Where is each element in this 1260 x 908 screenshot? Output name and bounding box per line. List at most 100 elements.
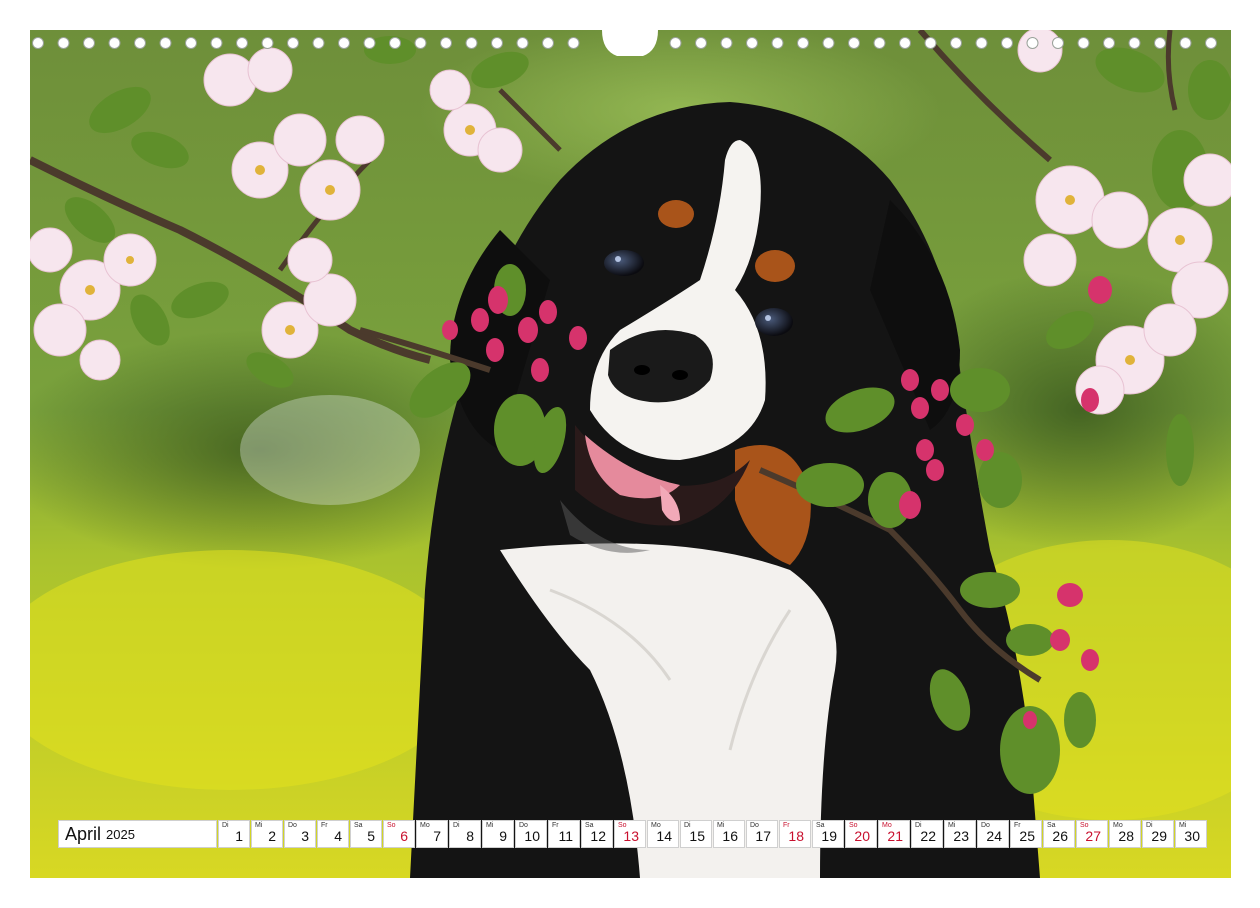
binding-hole: [363, 37, 376, 49]
binding-hole: [287, 37, 299, 49]
binding-hole: [1128, 37, 1141, 49]
binding-hole: [108, 37, 121, 49]
calendar-photo: [30, 30, 1231, 878]
day-cell: So 6: [383, 820, 415, 848]
binding-hole: [1205, 37, 1217, 49]
day-number: 17: [755, 828, 771, 844]
day-cell: Sa 19: [812, 820, 844, 848]
binding-hole: [516, 37, 529, 49]
binding-hole: [338, 37, 350, 49]
day-cell: Mi 16: [713, 820, 745, 848]
binding-hole: [312, 37, 325, 49]
binding-hole: [185, 37, 197, 49]
day-number: 16: [722, 828, 738, 844]
binding-hole: [822, 37, 835, 49]
day-number: 20: [854, 828, 870, 844]
month-name: April: [65, 823, 102, 844]
month-year: 2025: [106, 826, 135, 842]
binding-hole: [797, 37, 809, 49]
binding-hole: [1077, 37, 1090, 49]
day-number: 1: [235, 828, 243, 844]
binding-hole: [440, 37, 452, 49]
binding-hole: [57, 37, 70, 49]
binding-hole: [695, 37, 707, 49]
month-label-box: April 2025: [58, 820, 217, 848]
binding-hole: [83, 37, 95, 49]
day-number: 19: [821, 828, 837, 844]
weekday-label: Mi: [255, 822, 263, 829]
binding-hole: [1001, 37, 1013, 49]
day-cell: Mo 28: [1109, 820, 1141, 848]
day-number: 30: [1184, 828, 1200, 844]
binding-hole: [1179, 37, 1192, 49]
day-number: 2: [268, 828, 276, 844]
day-cell: Di 1: [218, 820, 250, 848]
day-number: 22: [920, 828, 936, 844]
day-cell: So 13: [614, 820, 646, 848]
day-number: 23: [953, 828, 969, 844]
weekday-label: Do: [288, 822, 297, 829]
day-number: 3: [301, 828, 309, 844]
binding-hole: [1103, 37, 1115, 49]
binding-hole: [975, 37, 988, 49]
weekday-label: Mo: [420, 822, 430, 829]
binding-hole: [899, 37, 911, 49]
day-number: 8: [466, 828, 474, 844]
day-cell: So 20: [845, 820, 877, 848]
day-cell: Di 22: [911, 820, 943, 848]
day-cell: Mi 30: [1175, 820, 1207, 848]
day-cell: Fr 4: [317, 820, 349, 848]
day-cell: Mo 7: [416, 820, 448, 848]
day-number: 29: [1151, 828, 1167, 844]
binding-hole: [134, 37, 146, 49]
day-cell: Do 3: [284, 820, 316, 848]
day-cell: Di 29: [1142, 820, 1174, 848]
day-number: 18: [788, 828, 804, 844]
day-number: 7: [433, 828, 441, 844]
day-cell: Do 24: [977, 820, 1009, 848]
day-number: 14: [656, 828, 672, 844]
day-number: 24: [986, 828, 1002, 844]
day-cell: Mi 9: [482, 820, 514, 848]
day-cell: Do 10: [515, 820, 547, 848]
day-cell: Sa 12: [581, 820, 613, 848]
weekday-label: Fr: [321, 822, 328, 829]
day-number: 28: [1118, 828, 1134, 844]
day-number: 21: [887, 828, 903, 844]
weekday-label: Di: [222, 822, 229, 829]
binding-hole: [465, 37, 478, 49]
binding-hole: [210, 37, 223, 49]
binding-hole: [32, 37, 44, 49]
day-cell: Mo 21: [878, 820, 910, 848]
day-number: 11: [558, 828, 573, 844]
day-cell: Di 15: [680, 820, 712, 848]
weekday-label: So: [387, 822, 396, 829]
day-number: 25: [1019, 828, 1035, 844]
day-cell: Mi 2: [251, 820, 283, 848]
day-number: 6: [400, 828, 408, 844]
binding-hole: [669, 37, 682, 49]
day-number: 12: [590, 828, 606, 844]
day-number: 13: [623, 828, 639, 844]
day-number: 27: [1085, 828, 1101, 844]
binding-hole: [414, 37, 427, 49]
weekday-label: Di: [453, 822, 460, 829]
binding-hole: [542, 37, 554, 49]
day-cell: Sa 5: [350, 820, 382, 848]
day-cell: Mo 14: [647, 820, 679, 848]
calendar-date-strip: April 2025 Di 1 Mi 2 Do 3 Fr 4 Sa 5 So 6 Mo 7 Di 8 Mi 9 Do…: [58, 820, 1207, 850]
day-number: 4: [334, 828, 342, 844]
day-cell: So 27: [1076, 820, 1108, 848]
binding-hole: [389, 37, 401, 49]
day-cell: Fr 18: [779, 820, 811, 848]
binding-hole: [236, 37, 248, 49]
day-number: 15: [689, 828, 705, 844]
binding-hole: [771, 37, 784, 49]
binding-hole: [746, 37, 758, 49]
binding-hole: [924, 37, 937, 49]
binding-hole: [567, 37, 580, 49]
binding-hole: [848, 37, 860, 49]
day-cell: Fr 25: [1010, 820, 1042, 848]
day-cell: Fr 11: [548, 820, 580, 848]
day-cell: Sa 26: [1043, 820, 1075, 848]
